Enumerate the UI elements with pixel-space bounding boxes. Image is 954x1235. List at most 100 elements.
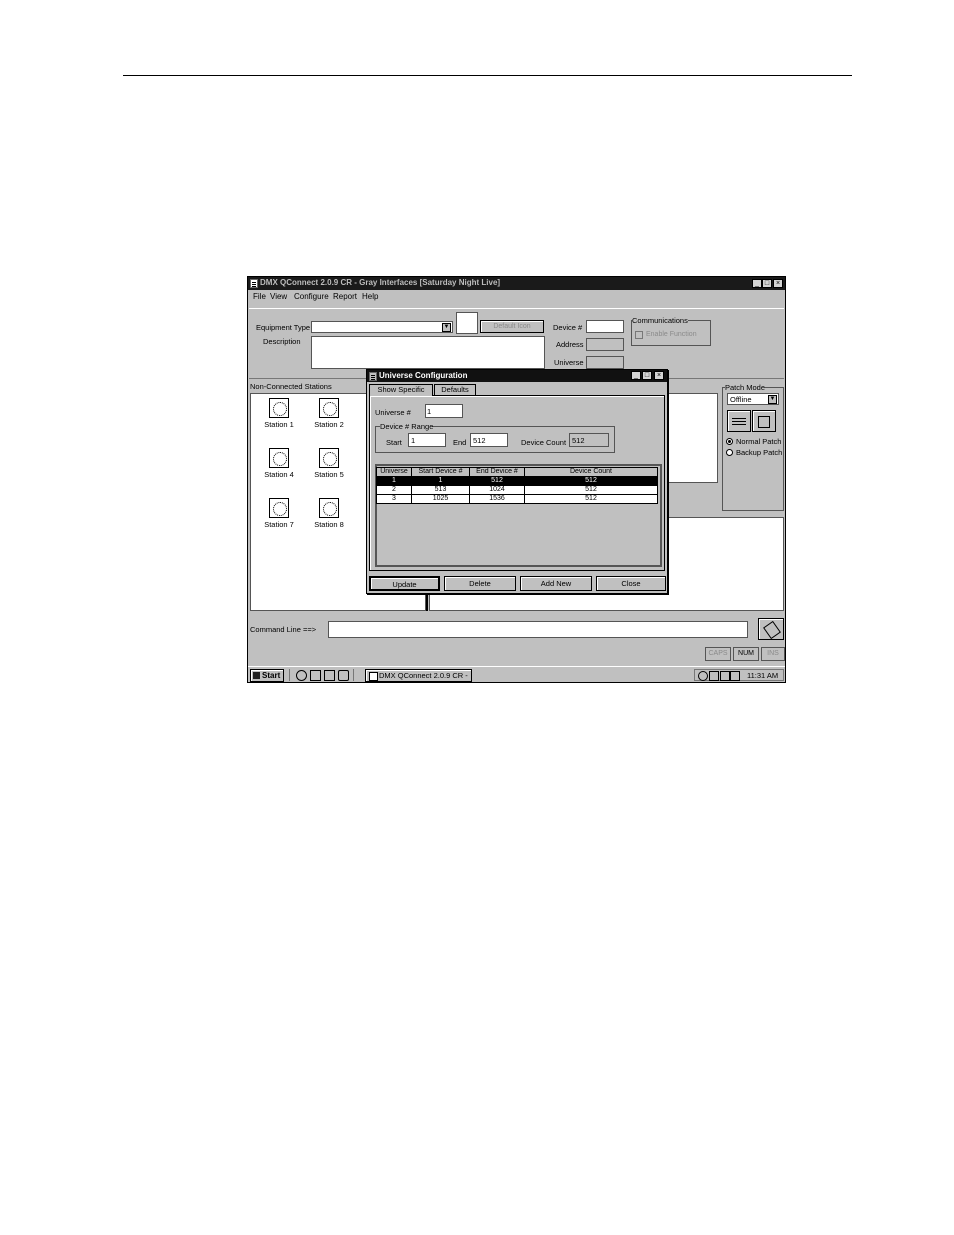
station-item[interactable]: Station 4 <box>259 448 299 479</box>
communications-label: Communications <box>632 316 688 325</box>
table-row[interactable]: 3 1025 1536 512 <box>376 494 658 504</box>
backup-patch-radio[interactable] <box>726 449 733 456</box>
scheduler-icon[interactable] <box>720 671 730 681</box>
patch-mode-label: Patch Mode <box>725 383 766 392</box>
add-new-button[interactable]: Add New <box>520 576 592 591</box>
close-icon[interactable]: × <box>773 279 783 288</box>
normal-patch-label: Normal Patch <box>736 437 782 446</box>
ins-indicator: INS <box>761 647 785 661</box>
enable-label: Enable Function <box>646 331 697 338</box>
browser-icon[interactable] <box>296 670 307 681</box>
taskbar-app-button[interactable]: DMX QConnect 2.0.9 CR - <box>365 669 472 682</box>
patch-mode-group: Patch Mode Offline ▼ Normal Patch Backup… <box>722 383 784 511</box>
station-item[interactable]: Station 8 <box>309 498 349 529</box>
num-indicator: NUM <box>733 647 759 661</box>
maximize-icon[interactable]: □ <box>642 371 652 380</box>
patch-mode-select[interactable]: Offline ▼ <box>727 393 779 405</box>
description-field[interactable] <box>311 336 545 369</box>
taskbar: Start DMX QConnect 2.0.9 CR - 11:31 AM <box>248 666 785 682</box>
start-label: Start <box>386 438 402 447</box>
start-field[interactable]: 1 <box>408 433 446 447</box>
divider <box>353 669 354 681</box>
app-icon[interactable] <box>250 279 258 288</box>
patch-edit-button[interactable] <box>752 410 776 432</box>
universe-number-label: Universe # <box>375 408 411 417</box>
speaker-icon[interactable] <box>698 671 708 681</box>
column-header[interactable]: Start Device # <box>411 467 470 477</box>
execute-button[interactable] <box>758 618 784 640</box>
divider <box>289 669 290 681</box>
chevron-down-icon[interactable]: ▼ <box>768 395 777 404</box>
display-icon[interactable] <box>730 671 740 681</box>
app-icon <box>369 672 378 681</box>
table-row[interactable]: 2 513 1024 512 <box>376 485 658 495</box>
dialog-title: Universe Configuration <box>379 371 468 380</box>
close-icon[interactable]: × <box>654 371 664 380</box>
default-icon-button[interactable]: Default Icon <box>480 320 544 333</box>
minimize-icon[interactable]: _ <box>752 279 762 288</box>
channels-icon[interactable] <box>338 670 349 681</box>
communications-group: Communications Enable Function <box>631 316 711 346</box>
outlook-icon[interactable] <box>310 670 321 681</box>
station-item[interactable]: Station 2 <box>309 398 349 429</box>
table-row[interactable]: 1 1 512 512 <box>376 476 658 486</box>
address-label: Address <box>556 340 584 349</box>
menu-help[interactable]: Help <box>362 292 378 301</box>
update-button[interactable]: Update <box>369 576 440 591</box>
equipment-type-select[interactable]: ▼ <box>311 321 453 333</box>
command-line-input[interactable] <box>328 621 748 638</box>
device-number-label: Device # <box>553 323 583 332</box>
network-icon[interactable] <box>709 671 719 681</box>
station-item[interactable]: Station 7 <box>259 498 299 529</box>
dialog-title-bar[interactable]: Universe Configuration _ □ × <box>367 370 667 382</box>
delete-button[interactable]: Delete <box>444 576 516 591</box>
window-title: DMX QConnect 2.0.9 CR - Gray Interfaces … <box>260 278 501 287</box>
grid-icon <box>732 418 746 419</box>
universe-config-dialog: Universe Configuration _ □ × Show Specif… <box>366 369 668 594</box>
column-header[interactable]: Universe <box>376 467 412 477</box>
start-button[interactable]: Start <box>250 669 284 682</box>
station-item[interactable]: Station 5 <box>309 448 349 479</box>
device-count-field: 512 <box>569 433 609 447</box>
tab-show-specific[interactable]: Show Specific <box>369 384 433 396</box>
menu-configure[interactable]: Configure <box>294 292 329 301</box>
caps-indicator: CAPS <box>705 647 731 661</box>
clock[interactable]: 11:31 AM <box>747 671 778 680</box>
description-label: Description <box>263 337 301 346</box>
universe-number-field[interactable]: 1 <box>425 404 463 418</box>
chevron-down-icon[interactable]: ▼ <box>442 323 451 332</box>
maximize-icon[interactable]: □ <box>762 279 772 288</box>
device-count-label: Device Count <box>521 438 567 447</box>
menu-report[interactable]: Report <box>333 292 357 301</box>
device-range-group: Device # Range Start 1 End 512 Device Co… <box>375 422 615 453</box>
end-field[interactable]: 512 <box>470 433 508 447</box>
page-rule <box>123 75 852 76</box>
menu-file[interactable]: File <box>253 292 266 301</box>
edit-icon <box>758 416 770 428</box>
close-button[interactable]: Close <box>596 576 666 591</box>
patch-grid-button[interactable] <box>727 410 751 432</box>
stations-panel-label: Non-Connected Stations <box>250 382 332 391</box>
column-header[interactable]: Device Count <box>524 467 658 477</box>
enable-checkbox[interactable] <box>635 331 643 339</box>
backup-patch-label: Backup Patch <box>736 448 783 457</box>
universe-field <box>586 356 624 369</box>
normal-patch-radio[interactable] <box>726 438 733 445</box>
tab-defaults[interactable]: Defaults <box>434 384 476 395</box>
dialog-icon <box>369 372 377 381</box>
column-header[interactable]: End Device # <box>469 467 525 477</box>
station-icon <box>319 498 339 518</box>
device-range-label: Device # Range <box>380 422 434 431</box>
universe-label: Universe <box>554 358 584 367</box>
station-item[interactable]: Station 1 <box>259 398 299 429</box>
station-icon <box>269 498 289 518</box>
equipment-icon-preview <box>456 312 478 334</box>
universe-table[interactable]: Universe Start Device # End Device # Dev… <box>376 467 658 504</box>
desktop-icon[interactable] <box>324 670 335 681</box>
system-tray: 11:31 AM <box>694 669 784 681</box>
menu-view[interactable]: View <box>270 292 287 301</box>
minimize-icon[interactable]: _ <box>631 371 641 380</box>
device-number-field[interactable] <box>586 320 624 333</box>
title-bar[interactable]: DMX QConnect 2.0.9 CR - Gray Interfaces … <box>248 277 785 290</box>
equipment-type-label: Equipment Type <box>256 323 311 332</box>
